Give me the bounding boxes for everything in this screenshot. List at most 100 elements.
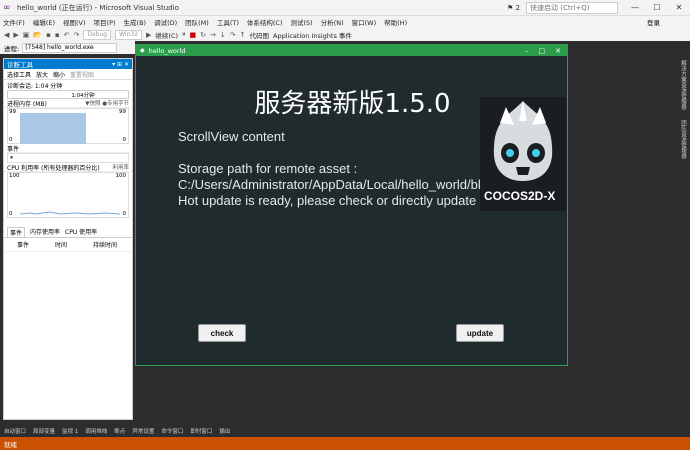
- col-event[interactable]: 事件: [7, 240, 45, 249]
- zoom-in-button[interactable]: 放大: [36, 70, 48, 79]
- events-track[interactable]: ⏸: [7, 153, 129, 163]
- open-icon[interactable]: 📂: [33, 31, 42, 39]
- app-window-title: hello_world: [148, 46, 186, 55]
- tab-autos[interactable]: 自动窗口: [4, 427, 26, 435]
- show-next-statement-icon[interactable]: →: [210, 31, 216, 39]
- save-all-icon[interactable]: ▪: [55, 31, 60, 39]
- redo-icon[interactable]: ↷: [74, 31, 80, 39]
- team-explorer-tab[interactable]: 团队资源管理器: [679, 120, 687, 159]
- standard-toolbar: ◀ ▶ ▣ 📂 ▪ ▪ ↶ ↷ Debug Win32 ▶ 继续(C) ⏸ ■ …: [0, 28, 690, 41]
- hello-world-app-window: ◆ hello_world – □ ✕ 服务器新版1.5.0 ScrollVie…: [135, 44, 568, 366]
- menu-help[interactable]: 帮助(H): [384, 17, 407, 27]
- menu-view[interactable]: 视图(V): [63, 17, 86, 27]
- cpu-section-header: CPU 利用率 (所有处理器的百分比) 利用率: [4, 163, 132, 172]
- solution-explorer-tab[interactable]: 解决方案资源管理器: [679, 60, 687, 110]
- menu-test[interactable]: 测试(S): [291, 17, 313, 27]
- maximize-button[interactable]: ☐: [646, 0, 668, 16]
- app-close-button[interactable]: ✕: [555, 47, 561, 55]
- cocos-logo-text: COCOS2D-X: [484, 189, 556, 203]
- quick-launch-search[interactable]: 快速启动 (Ctrl+Q): [526, 1, 618, 14]
- step-out-icon[interactable]: ↑: [240, 31, 246, 39]
- tab-breakpoints[interactable]: 断点: [114, 427, 125, 435]
- menu-architecture[interactable]: 体系结构(C): [247, 17, 283, 27]
- undo-icon[interactable]: ↶: [64, 31, 70, 39]
- check-button[interactable]: check: [198, 324, 246, 342]
- col-time[interactable]: 时间: [45, 240, 83, 249]
- visual-studio-logo-icon: ∞: [3, 2, 11, 13]
- storage-path-label: Storage path for remote asset :: [178, 161, 358, 176]
- diagnostics-toolbar: 选择工具 放大 缩小 重置视图: [4, 69, 132, 80]
- save-icon[interactable]: ▪: [46, 31, 51, 39]
- status-bar: 就绪: [0, 437, 690, 450]
- memory-graph[interactable]: 99 99 0 0: [7, 108, 129, 144]
- bottom-tool-tabs: 自动窗口 局部变量 监视 1 调用堆栈 断点 异常设置 命令窗口 即时窗口 输出: [0, 425, 690, 436]
- tab-call-stack[interactable]: 调用堆栈: [85, 427, 107, 435]
- tab-immediate-window[interactable]: 即时窗口: [190, 427, 212, 435]
- memory-max-left: 99: [9, 109, 16, 115]
- menu-team[interactable]: 团队(M): [185, 17, 209, 27]
- diagnostics-tabs: 事件 内存使用率 CPU 使用率: [4, 224, 132, 238]
- events-table-header: 事件 时间 持续时间: [4, 238, 132, 252]
- app-maximize-button[interactable]: □: [539, 47, 546, 55]
- menu-tools[interactable]: 工具(T): [217, 17, 239, 27]
- select-tools-button[interactable]: 选择工具: [7, 70, 31, 79]
- tab-events[interactable]: 事件: [7, 227, 26, 237]
- cpu-usage-line: [20, 211, 120, 215]
- close-button[interactable]: ✕: [668, 0, 690, 16]
- tab-cpu-usage[interactable]: CPU 使用率: [65, 227, 97, 237]
- tab-output[interactable]: 输出: [219, 427, 230, 435]
- memory-usage-fill: [20, 113, 86, 144]
- tab-command-window[interactable]: 命令窗口: [161, 427, 183, 435]
- process-dropdown[interactable]: [7548] hello_world.exe: [22, 42, 118, 53]
- new-project-icon[interactable]: ▣: [23, 31, 30, 39]
- window-title: hello_world (正在运行) - Microsoft Visual St…: [17, 3, 179, 12]
- cpu-min-right: 0: [122, 211, 127, 217]
- app-icon: ◆: [140, 47, 145, 54]
- cpu-graph[interactable]: 100 100 0 0: [7, 172, 129, 218]
- menu-project[interactable]: 项目(P): [94, 17, 116, 27]
- back-icon[interactable]: ◀: [4, 31, 9, 39]
- stop-icon[interactable]: ■: [190, 31, 197, 39]
- config-dropdown[interactable]: Debug: [83, 29, 112, 40]
- step-over-icon[interactable]: ↷: [230, 31, 236, 39]
- tab-memory-usage[interactable]: 内存使用率: [30, 227, 60, 237]
- menu-window[interactable]: 窗口(W): [352, 17, 377, 27]
- tab-exception-settings[interactable]: 异常设置: [132, 427, 154, 435]
- step-into-icon[interactable]: ↓: [220, 31, 226, 39]
- diagnostics-header: 诊断工具 ▾ ⊞ ✕: [4, 59, 132, 69]
- continue-button[interactable]: 继续(C): [155, 30, 178, 40]
- restart-icon[interactable]: ↻: [200, 31, 206, 39]
- update-button[interactable]: update: [456, 324, 504, 342]
- forward-icon[interactable]: ▶: [13, 31, 18, 39]
- menu-file[interactable]: 文件(F): [3, 17, 25, 27]
- reset-view-button[interactable]: 重置视图: [70, 70, 94, 79]
- menu-build[interactable]: 生成(B): [124, 17, 147, 27]
- minimize-button[interactable]: —: [624, 0, 646, 16]
- cpu-label: CPU 利用率 (所有处理器的百分比): [7, 164, 100, 172]
- login-link[interactable]: 登录: [647, 17, 660, 27]
- menu-debug[interactable]: 调试(D): [154, 17, 177, 27]
- pause-icon[interactable]: ⏸: [182, 30, 186, 39]
- cpu-legend: 利用率: [112, 165, 129, 171]
- continue-play-icon[interactable]: ▶: [146, 31, 151, 39]
- tab-locals[interactable]: 局部变量: [33, 427, 55, 435]
- code-map-button[interactable]: 代码图: [250, 30, 270, 40]
- notification-flag-icon[interactable]: ⚑ 2: [507, 4, 520, 12]
- time-marker: 1:04分钟: [71, 92, 95, 99]
- insights-button[interactable]: Application Insights 事件: [273, 30, 352, 40]
- app-minimize-button[interactable]: –: [525, 47, 529, 55]
- panel-controls-icon[interactable]: ▾ ⊞ ✕: [112, 61, 129, 68]
- menu-analyze[interactable]: 分析(N): [321, 17, 344, 27]
- events-label: 事件: [7, 145, 20, 153]
- cpu-max-left: 100: [9, 173, 20, 179]
- menu-edit[interactable]: 编辑(E): [33, 17, 55, 27]
- memory-legend: ▼快照 ●专用字节: [85, 101, 129, 107]
- scrollview-text: ScrollView content: [178, 129, 285, 144]
- storage-path-value: C:/Users/Administrator/AppData/Local/hel…: [178, 177, 518, 192]
- zoom-out-button[interactable]: 缩小: [53, 70, 65, 79]
- col-duration[interactable]: 持续时间: [83, 240, 121, 249]
- process-label: 进程:: [4, 44, 20, 53]
- diagnostics-title: 诊断工具: [7, 61, 33, 69]
- tab-watch1[interactable]: 监视 1: [62, 427, 78, 435]
- platform-dropdown[interactable]: Win32: [115, 29, 143, 40]
